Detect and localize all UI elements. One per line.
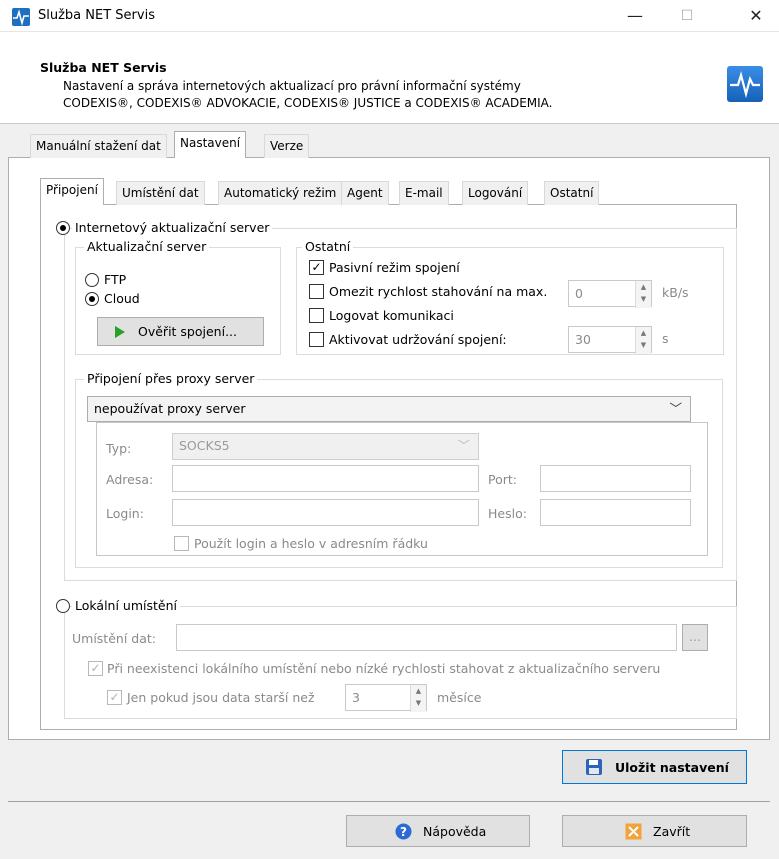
ftp-label[interactable]: FTP: [104, 272, 126, 287]
help-label: Nápověda: [423, 824, 487, 839]
tab-settings[interactable]: Nastavení: [174, 131, 247, 158]
internet-server-label[interactable]: Internetový aktualizační server: [72, 220, 273, 235]
data-location-label: Umístění dat:: [72, 631, 156, 646]
proxy-address-label: Adresa:: [106, 472, 154, 487]
proxy-address-input[interactable]: [172, 465, 479, 492]
keepalive-spinner[interactable]: ▲ ▼: [635, 327, 651, 354]
keepalive-label[interactable]: Aktivovat udržování spojení:: [329, 332, 507, 347]
log-communication-checkbox[interactable]: [309, 308, 324, 323]
header-desc-line2: CODEXIS®, CODEXIS® ADVOKACIE, CODEXIS® J…: [63, 96, 553, 110]
limit-speed-spinner[interactable]: ▲ ▼: [635, 281, 651, 308]
app-pulse-icon: [12, 8, 30, 26]
header-desc-line1: Nastavení a správa internetových aktuali…: [63, 79, 521, 93]
tab-agent[interactable]: Agent: [341, 181, 389, 205]
close-x-icon: [625, 823, 642, 843]
close-label: Zavřít: [653, 824, 691, 839]
use-login-in-url-label[interactable]: Použít login a heslo v adresním řádku: [194, 536, 428, 551]
older-months-input[interactable]: 3 ▲ ▼: [345, 684, 427, 712]
proxy-type-select[interactable]: SOCKS5 ﹀: [172, 433, 479, 460]
proxy-port-input[interactable]: [540, 465, 691, 492]
proxy-password-input[interactable]: [540, 499, 691, 526]
tab-connection[interactable]: Připojení: [40, 178, 104, 205]
help-button[interactable]: ? Nápověda: [346, 815, 530, 847]
maximize-button[interactable]: ☐: [664, 0, 710, 32]
header-logo-icon: [727, 66, 763, 102]
save-settings-button[interactable]: Uložit nastavení: [562, 750, 747, 784]
tab-other[interactable]: Ostatní: [544, 181, 600, 205]
cloud-label[interactable]: Cloud: [104, 291, 140, 306]
proxy-type-label: Typ:: [106, 441, 132, 456]
older-months-spinner[interactable]: ▲ ▼: [410, 685, 426, 712]
limit-speed-value: 0: [575, 286, 583, 301]
fallback-checkbox[interactable]: ✓: [88, 661, 103, 676]
close-button[interactable]: Zavřít: [562, 815, 747, 847]
minimize-button[interactable]: —: [612, 0, 658, 32]
proxy-login-label: Login:: [106, 506, 144, 521]
proxy-login-input[interactable]: [172, 499, 479, 526]
close-window-button[interactable]: ✕: [733, 0, 779, 32]
passive-mode-label[interactable]: Pasivní režim spojení: [329, 260, 460, 275]
save-disk-icon: [585, 758, 603, 779]
fallback-label[interactable]: Při neexistenci lokálního umístění nebo …: [107, 661, 660, 676]
tab-email[interactable]: E-mail: [399, 181, 449, 205]
ftp-radio[interactable]: [85, 273, 99, 287]
verify-connection-button[interactable]: Ověřit spojení...: [97, 317, 264, 346]
tab-data-location[interactable]: Umístění dat: [116, 181, 205, 205]
keepalive-value: 30: [575, 332, 591, 347]
older-months-unit: měsíce: [437, 690, 482, 705]
other-label: Ostatní: [302, 239, 354, 254]
chevron-down-icon: ﹀: [669, 401, 682, 416]
proxy-password-label: Heslo:: [488, 506, 527, 521]
limit-speed-unit: kB/s: [662, 285, 689, 300]
tab-version[interactable]: Verze: [264, 134, 310, 158]
play-icon: [114, 325, 126, 342]
header-title: Služba NET Servis: [40, 60, 167, 75]
help-icon: ?: [395, 823, 412, 843]
older-only-checkbox[interactable]: ✓: [107, 690, 122, 705]
proxy-port-label: Port:: [488, 472, 517, 487]
keepalive-unit: s: [662, 331, 669, 346]
limit-speed-input[interactable]: 0 ▲ ▼: [568, 280, 652, 308]
cloud-radio[interactable]: [85, 292, 99, 306]
internet-server-radio[interactable]: [56, 221, 70, 235]
limit-speed-checkbox[interactable]: [309, 284, 324, 299]
data-location-input[interactable]: [176, 624, 677, 651]
svg-text:?: ?: [400, 825, 407, 839]
verify-connection-label: Ověřit spojení...: [138, 324, 237, 339]
keepalive-input[interactable]: 30 ▲ ▼: [568, 326, 652, 354]
proxy-label: Připojení přes proxy server: [84, 371, 258, 386]
header-description: Nastavení a správa internetových aktuali…: [63, 78, 553, 112]
local-location-label[interactable]: Lokální umístění: [72, 598, 180, 613]
window-title: Služba NET Servis: [38, 8, 155, 23]
save-settings-label: Uložit nastavení: [615, 760, 729, 775]
older-only-label[interactable]: Jen pokud jsou data starší než: [127, 690, 315, 705]
older-months-value: 3: [352, 690, 360, 705]
tab-logging[interactable]: Logování: [462, 181, 529, 205]
use-login-in-url-checkbox[interactable]: [174, 536, 189, 551]
footer-separator: [8, 801, 770, 802]
limit-speed-label[interactable]: Omezit rychlost stahování na max.: [329, 284, 547, 299]
keepalive-checkbox[interactable]: [309, 332, 324, 347]
tab-auto-mode[interactable]: Automatický režim: [218, 181, 343, 205]
proxy-mode-select[interactable]: nepoužívat proxy server ﹀: [87, 396, 691, 422]
log-communication-label[interactable]: Logovat komunikaci: [329, 308, 454, 323]
passive-mode-checkbox[interactable]: ✓: [309, 260, 324, 275]
proxy-type-value: SOCKS5: [179, 438, 230, 453]
update-server-label: Aktualizační server: [84, 239, 210, 254]
chevron-down-icon: ﹀: [457, 438, 470, 453]
tab-manual-download[interactable]: Manuální stažení dat: [30, 134, 167, 158]
proxy-mode-value: nepoužívat proxy server: [94, 401, 246, 416]
local-location-radio[interactable]: [56, 599, 70, 613]
browse-button[interactable]: ...: [682, 624, 708, 651]
